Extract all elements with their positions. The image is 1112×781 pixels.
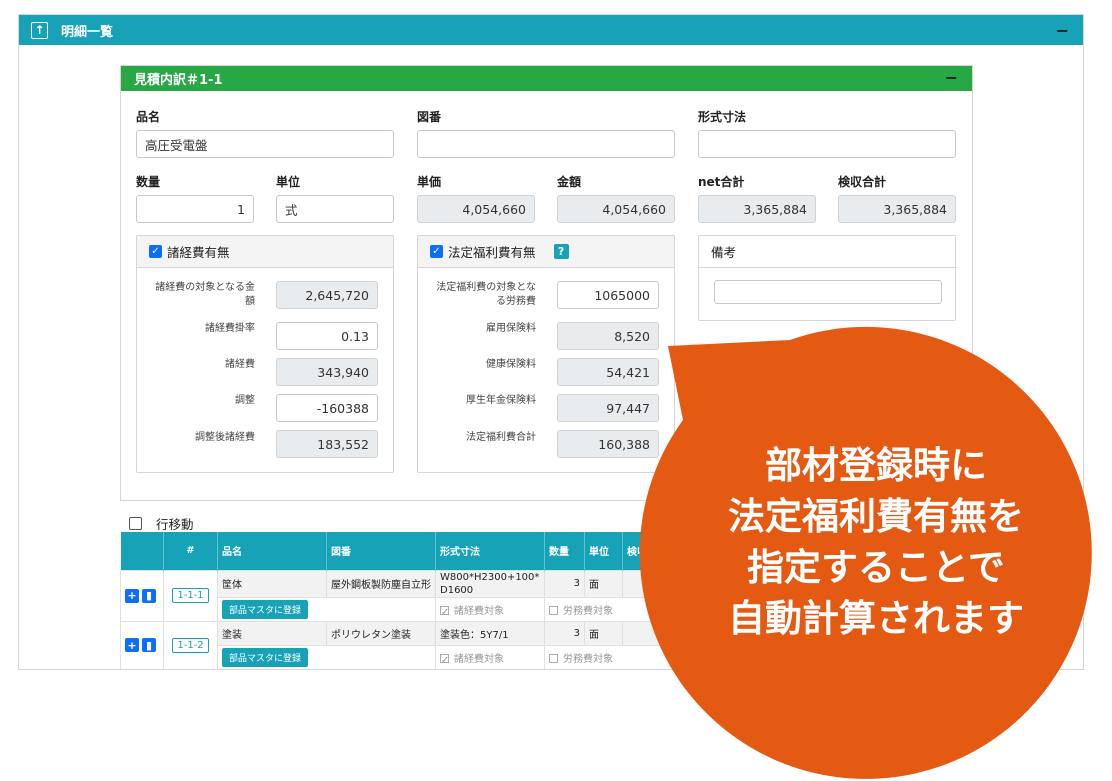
callout-line: 法定福利費有無を (728, 495, 1024, 538)
callout-line: 指定することで (747, 546, 1005, 589)
callout-bubble (639, 326, 1092, 779)
callout-line: 部材登録時に (765, 444, 987, 487)
page: ↑ 明細一覧 − 見積内訳＃1-1 − 品名 高圧受電盤 図番 形式寸法 数量 … (0, 0, 1112, 781)
callout-text: 部材登録時に 法定福利費有無を 指定することで 自動計算されます (650, 440, 1102, 644)
callout-line: 自動計算されます (728, 597, 1024, 640)
